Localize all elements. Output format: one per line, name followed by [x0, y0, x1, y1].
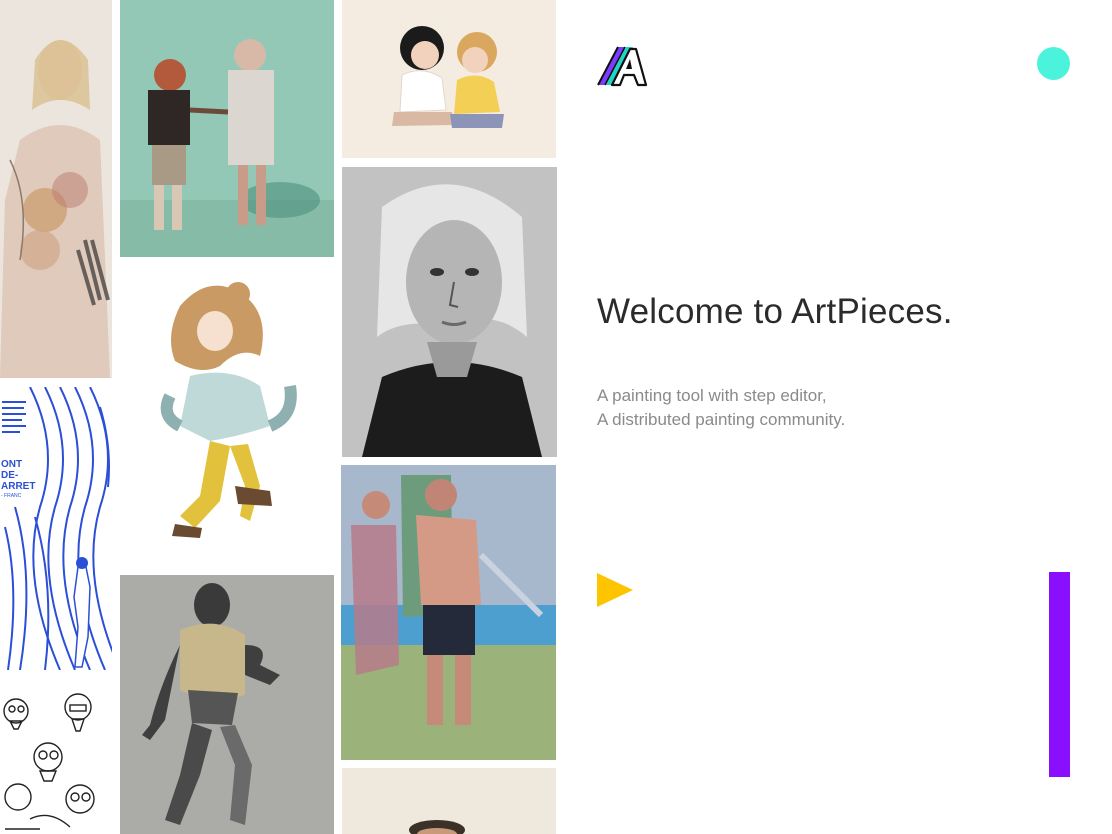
tagline: A painting tool with step editor, A dist… — [597, 384, 845, 432]
accent-bar — [1049, 572, 1070, 777]
artwork-partial[interactable] — [342, 768, 556, 834]
artwork-gasmask-sketches[interactable] — [0, 679, 112, 834]
artpieces-logo-icon[interactable] — [596, 45, 648, 87]
landing-page: ONT DE- ARRET - FRANC Welcome to ArtPiec… — [0, 0, 1112, 834]
artwork-bw-portrait[interactable] — [342, 167, 557, 457]
artwork-blue-poster-image: ONT DE- ARRET - FRANC — [0, 387, 112, 670]
artwork-bw-portrait-image — [342, 167, 557, 457]
artwork-beach-figures-image — [341, 465, 556, 760]
artwork-two-kids-cartoon[interactable] — [342, 0, 556, 158]
artwork-blue-poster[interactable]: ONT DE- ARRET - FRANC — [0, 387, 112, 670]
poster-text-line-1: ONT — [1, 459, 22, 470]
poster-text-line-3: ARRET — [1, 481, 35, 492]
artwork-gasmask-sketches-image — [0, 679, 112, 834]
artwork-beach-figures[interactable] — [341, 465, 556, 760]
poster-text-line-2: DE- — [1, 470, 18, 481]
artwork-girl-portrait[interactable] — [0, 0, 112, 378]
artwork-two-children-image — [120, 0, 334, 257]
artwork-anime-girl-image — [120, 266, 334, 566]
artwork-two-kids-cartoon-image — [342, 0, 556, 158]
artwork-partial-image — [342, 768, 556, 834]
profile-dot-icon[interactable] — [1037, 47, 1070, 80]
poster-text-line-4: - FRANC — [1, 493, 22, 499]
tagline-line-1: A painting tool with step editor, — [597, 386, 827, 405]
tagline-line-2: A distributed painting community. — [597, 410, 846, 429]
welcome-title: Welcome to ArtPieces. — [597, 292, 953, 331]
artwork-girl-portrait-image — [0, 0, 112, 378]
artwork-armored-figure[interactable] — [120, 575, 334, 834]
artwork-anime-girl[interactable] — [120, 266, 334, 566]
artwork-armored-figure-image — [120, 575, 334, 834]
play-icon[interactable] — [597, 573, 633, 607]
artwork-two-children[interactable] — [120, 0, 334, 257]
